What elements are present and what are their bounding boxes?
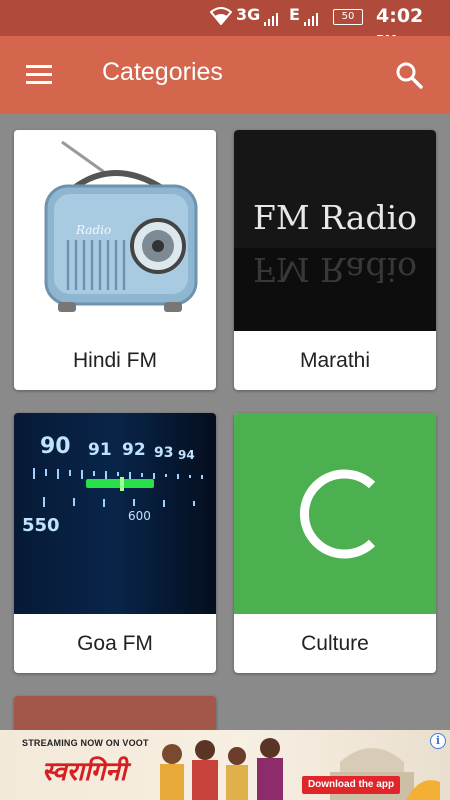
signal-e-icon bbox=[304, 13, 318, 26]
fm-radio-text: FM Radio bbox=[253, 198, 417, 237]
menu-button[interactable] bbox=[22, 60, 56, 90]
ad-info-icon[interactable]: i bbox=[430, 733, 446, 749]
dial-number: 94 bbox=[178, 448, 195, 462]
dial-number: 90 bbox=[40, 434, 71, 459]
category-card-partial[interactable] bbox=[14, 696, 216, 730]
category-label: Hindi FM bbox=[72, 349, 157, 372]
culture-letter-image bbox=[234, 413, 436, 614]
battery-icon: 50 bbox=[333, 9, 363, 25]
clock-time: 4:02 bbox=[376, 5, 424, 27]
fm-radio-image: FM Radio FM Radio bbox=[234, 130, 436, 331]
status-bar: 3G E 50 4:02 PM bbox=[0, 0, 450, 47]
network-3g-label: 3G bbox=[236, 5, 261, 24]
signal-3g-icon bbox=[264, 13, 278, 26]
category-card-culture[interactable]: Culture bbox=[234, 413, 436, 673]
search-button[interactable] bbox=[392, 58, 426, 92]
category-card-goa-fm[interactable]: 90 91 92 93 94 600 550 Goa FM bbox=[14, 413, 216, 673]
ad-banner[interactable]: STREAMING NOW ON VOOT स्वरागिनी Download… bbox=[0, 730, 450, 800]
dial-number: 550 bbox=[22, 515, 60, 536]
wifi-icon bbox=[210, 7, 232, 25]
category-label: Goa FM bbox=[77, 632, 153, 655]
dial-number: 91 bbox=[88, 440, 112, 460]
dial-number: 92 bbox=[122, 440, 146, 460]
radio-dial-image: 90 91 92 93 94 600 550 bbox=[14, 413, 216, 614]
category-label: Culture bbox=[301, 632, 369, 655]
category-card-hindi-fm[interactable]: Radio Hindi FM bbox=[14, 130, 216, 390]
network-e-label: E bbox=[289, 5, 300, 24]
page-title: Categories bbox=[102, 58, 223, 86]
app-bar: Categories bbox=[0, 36, 450, 114]
category-grid: Radio Hindi FM FM Radio FM Radio Marathi bbox=[0, 114, 450, 730]
search-icon bbox=[396, 62, 423, 89]
dial-number: 600 bbox=[128, 509, 151, 523]
download-app-button[interactable]: Download the app bbox=[302, 776, 400, 794]
category-label: Marathi bbox=[299, 349, 371, 372]
hamburger-menu-icon bbox=[26, 65, 52, 84]
svg-text:Radio: Radio bbox=[75, 223, 111, 237]
dial-number: 93 bbox=[154, 445, 173, 461]
retro-radio-image: Radio bbox=[14, 130, 216, 331]
ad-logo: स्वरागिनी bbox=[42, 757, 127, 787]
ad-tagline: STREAMING NOW ON VOOT bbox=[22, 738, 149, 748]
category-card-marathi[interactable]: FM Radio FM Radio Marathi bbox=[234, 130, 436, 390]
fm-radio-reflection: FM Radio bbox=[253, 250, 417, 289]
